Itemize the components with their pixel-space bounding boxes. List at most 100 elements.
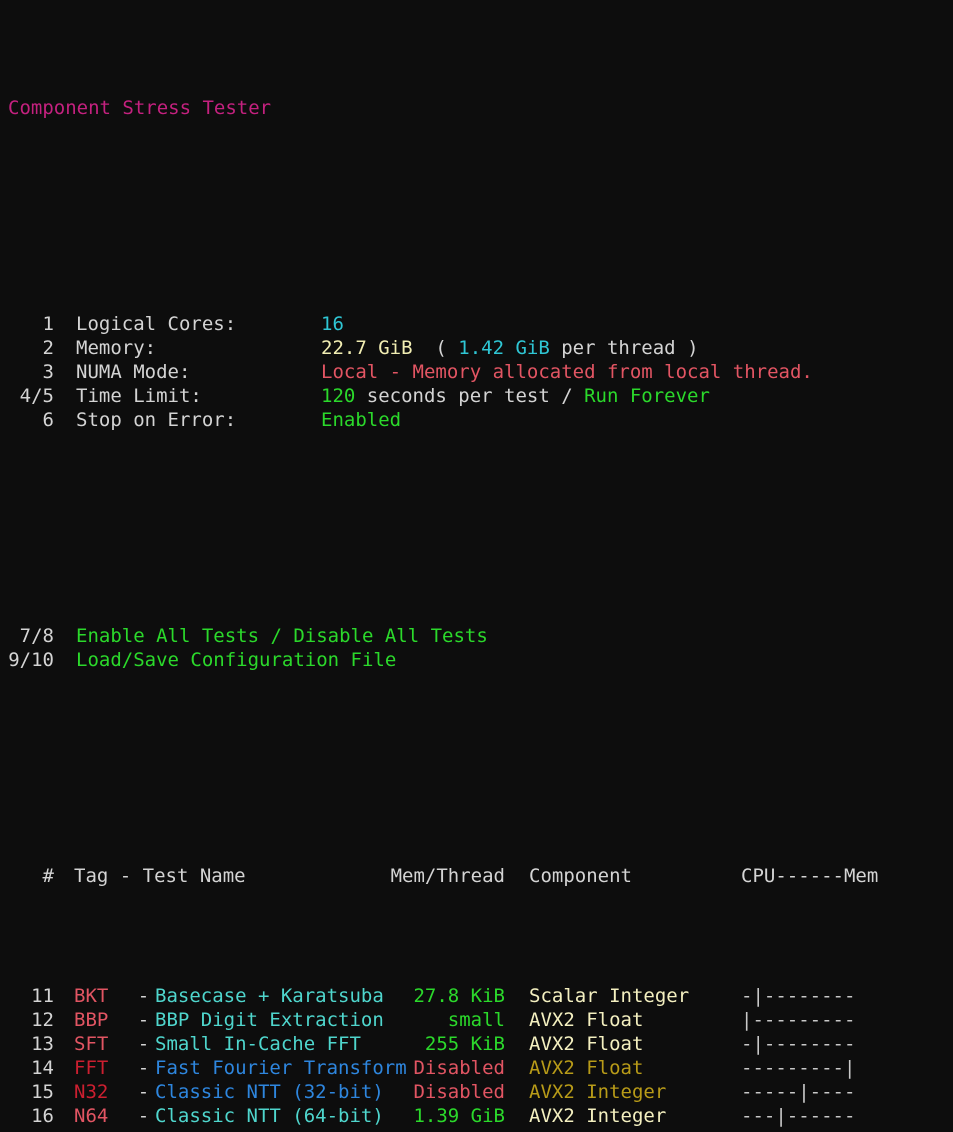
- test-table: 11 BKT - Basecase + Karatsuba 27.8 KiB Scalar…: [0, 984, 953, 1132]
- slider-marker[interactable]: |: [775, 1105, 786, 1127]
- system-info-suffix: (: [412, 337, 459, 359]
- menu-action-label[interactable]: Enable All Tests / Disable All Tests: [76, 625, 488, 647]
- slider-track-left: -----: [741, 1129, 798, 1132]
- slider-marker[interactable]: |: [741, 1009, 752, 1031]
- slider-track-right: ----: [809, 1081, 856, 1103]
- spacer-inline: [54, 312, 76, 336]
- row-cpu-mem-slider[interactable]: -|--------: [741, 984, 881, 1008]
- slider-track-left: -: [741, 1033, 753, 1055]
- slider-marker[interactable]: |: [752, 985, 763, 1007]
- row-test-name: BBP Digit Extraction: [155, 1009, 384, 1031]
- terminal-screen: Component Stress Tester 1 Logical Cores:…: [0, 0, 953, 1132]
- row-tag: FFT: [74, 1057, 109, 1079]
- slider-marker[interactable]: |: [798, 1081, 809, 1103]
- slider-track-right: --------: [763, 1033, 856, 1055]
- row-separator: -: [137, 985, 150, 1007]
- row-mem-per-thread: 255 KiB: [424, 1033, 505, 1055]
- menu-action-key: 7/8: [19, 625, 54, 647]
- system-info-value-secondary: 1.42 GiB: [458, 337, 550, 359]
- table-header-mem: Mem/Thread: [390, 865, 505, 887]
- slider-track-left: ---------: [741, 1057, 844, 1079]
- slider-marker[interactable]: |: [844, 1057, 855, 1079]
- row-test-name: Basecase + Karatsuba: [155, 985, 384, 1007]
- slider-track-left: ---: [741, 1105, 776, 1127]
- row-tag: HNT: [54, 1128, 132, 1132]
- slider-track-left: -: [741, 985, 753, 1007]
- table-header-num: #: [42, 865, 54, 887]
- row-separator: -: [137, 1057, 150, 1079]
- row-index: 17: [8, 1128, 54, 1132]
- system-info-row[interactable]: 1 Logical Cores: 16: [0, 312, 953, 336]
- row-cpu-mem-slider[interactable]: ---------|: [741, 1056, 881, 1080]
- table-row[interactable]: 15 N32 - Classic NTT (32-bit) Disabled AVX2 I…: [0, 1080, 953, 1104]
- app-title-line: Component Stress Tester: [0, 96, 953, 120]
- row-cpu-mem-slider[interactable]: -----|----: [741, 1080, 881, 1104]
- row-test-name: Classic NTT (32-bit): [155, 1081, 384, 1103]
- row-tag: SFT: [74, 1033, 109, 1055]
- slider-marker[interactable]: |: [798, 1129, 809, 1132]
- row-component: AVX2 Float: [529, 1033, 644, 1055]
- page-title: Component Stress Tester: [8, 97, 272, 119]
- row-component: AVX2 Integer: [529, 1105, 667, 1127]
- slider-marker[interactable]: |: [752, 1033, 763, 1055]
- system-info-label: Time Limit:: [76, 385, 202, 407]
- row-tag: N32: [74, 1081, 109, 1103]
- row-component: AVX2 Integer: [529, 1081, 667, 1103]
- row-index: 13: [31, 1033, 54, 1055]
- system-info-row[interactable]: 6 Stop on Error: Enabled: [0, 408, 953, 432]
- system-info-key: 3: [42, 361, 54, 383]
- table-row[interactable]: 11 BKT - Basecase + Karatsuba 27.8 KiB Scalar…: [0, 984, 953, 1008]
- system-info-row[interactable]: 2 Memory: 22.7 GiB ( 1.42 GiB per thread …: [0, 336, 953, 360]
- row-test-name: Classic NTT (64-bit): [155, 1105, 384, 1127]
- slider-track-right: ----: [810, 1129, 856, 1132]
- system-info-row[interactable]: 4/5 Time Limit: 120 seconds per test / Ru…: [0, 384, 953, 408]
- spacer-inline: [54, 336, 76, 360]
- row-separator: -: [137, 1105, 150, 1127]
- row-index: 14: [31, 1057, 54, 1079]
- row-component: AVX2 Float: [529, 1009, 644, 1031]
- row-cpu-mem-slider[interactable]: -----|----: [741, 1128, 881, 1132]
- row-index: 12: [31, 1009, 54, 1031]
- row-tag: BKT: [74, 985, 109, 1007]
- row-mem-per-thread: small: [447, 1009, 505, 1031]
- table-row[interactable]: 12 BBP - BBP Digit Extraction small AVX2 Floa…: [0, 1008, 953, 1032]
- row-separator: -: [137, 1033, 150, 1055]
- system-info-label: Memory:: [76, 337, 157, 359]
- system-info-suffix2: per thread ): [549, 337, 699, 359]
- slider-track-left: -----: [741, 1081, 799, 1103]
- row-mem-per-thread: 1.39 GiB: [413, 1105, 505, 1127]
- row-index: 16: [31, 1105, 54, 1127]
- menu-action-row[interactable]: 7/8 Enable All Tests / Disable All Tests: [0, 624, 953, 648]
- table-header-name: Tag - Test Name: [74, 865, 246, 887]
- menu-action-key: 9/10: [8, 649, 54, 671]
- table-row[interactable]: 14 FFT - Fast Fourier Transform Disabled AVX2…: [0, 1056, 953, 1080]
- row-cpu-mem-slider[interactable]: ---|------: [741, 1104, 881, 1128]
- slider-track-right: --------: [763, 985, 856, 1007]
- row-component: AVX2 Float: [529, 1057, 644, 1079]
- row-separator: -: [137, 1009, 150, 1031]
- row-index: 15: [31, 1081, 54, 1103]
- spacer-inline: [54, 384, 76, 408]
- system-info-row[interactable]: 3 NUMA Mode: Local - Memory allocated fro…: [0, 360, 953, 384]
- row-test-name: Hybrid NTT: [155, 1128, 375, 1132]
- table-row[interactable]: 16 N64 - Classic NTT (64-bit) 1.39 GiB AVX2 I…: [0, 1104, 953, 1128]
- system-info-value: Local - Memory allocated from local thre…: [321, 361, 813, 383]
- system-info-value: 120: [321, 385, 356, 407]
- system-info-key: 4/5: [19, 385, 54, 407]
- system-info-list: 1 Logical Cores: 16 2 Memory: 22.7 GiB ( 1.…: [0, 312, 953, 432]
- row-cpu-mem-slider[interactable]: -|--------: [741, 1032, 881, 1056]
- system-info-value: Enabled: [321, 409, 402, 431]
- system-info-suffix: seconds per test /: [355, 385, 585, 407]
- table-row[interactable]: 13 SFT - Small In-Cache FFT 255 KiB AVX2 Floa…: [0, 1032, 953, 1056]
- menu-action-label[interactable]: Load/Save Configuration File: [76, 649, 396, 671]
- spacer-inline: [54, 648, 76, 672]
- row-test-name: Fast Fourier Transform: [155, 1057, 407, 1079]
- system-info-label: Stop on Error:: [76, 409, 237, 431]
- system-info-label: Logical Cores:: [76, 313, 237, 335]
- table-row[interactable]: 17HNT-Hybrid NTT1.38 GiBMixed Workload--…: [0, 1128, 953, 1132]
- menu-action-row[interactable]: 9/10 Load/Save Configuration File: [0, 648, 953, 672]
- slider-track-right: ---------: [752, 1009, 856, 1031]
- row-cpu-mem-slider[interactable]: |---------: [741, 1008, 881, 1032]
